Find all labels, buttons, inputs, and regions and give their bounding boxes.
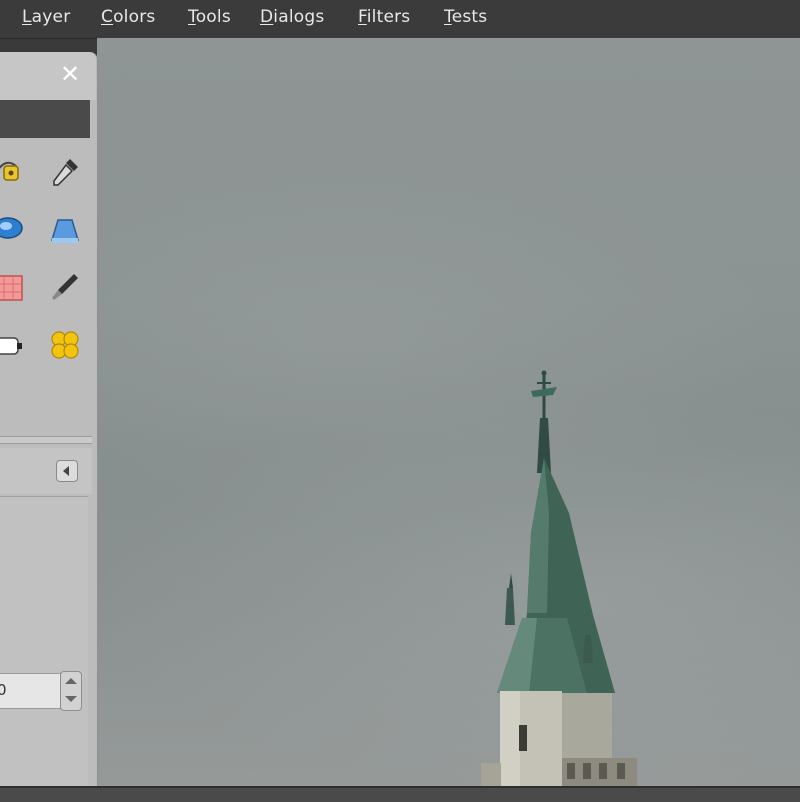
toolbox-panel: ✕ 0: [0, 52, 98, 787]
toolbox-title-strip: [0, 100, 90, 138]
panel-divider[interactable]: [0, 436, 92, 444]
bucket-fill-icon[interactable]: [48, 214, 82, 248]
scale-icon[interactable]: [0, 328, 24, 362]
church-spire-image: [481, 370, 637, 786]
perspective-clone-icon[interactable]: [0, 270, 24, 304]
menu-tools[interactable]: Tools: [188, 7, 231, 27]
dodge-burn-icon[interactable]: [48, 328, 82, 362]
size-spin-field[interactable]: 0: [0, 673, 61, 709]
color-picker-icon[interactable]: [48, 155, 82, 189]
spin-up-icon[interactable]: [65, 678, 77, 684]
fuzzy-select-icon[interactable]: [0, 152, 26, 186]
spin-stepper[interactable]: [60, 671, 82, 711]
collapse-left-icon[interactable]: [56, 460, 78, 482]
ink-icon[interactable]: [48, 270, 82, 304]
menu-layer[interactable]: Layer: [22, 7, 70, 27]
menu-tests[interactable]: Tests: [444, 7, 487, 27]
heal-icon[interactable]: [0, 210, 26, 244]
tool-options-header: [0, 448, 92, 494]
menu-bar: Layer Colors Tools Dialogs Filters Tests: [0, 0, 800, 39]
menu-filters[interactable]: Filters: [358, 7, 410, 27]
tool-options-body: [0, 496, 88, 787]
close-icon[interactable]: ✕: [58, 62, 82, 86]
image-canvas[interactable]: [97, 38, 800, 786]
menu-colors[interactable]: Colors: [101, 7, 155, 27]
menu-dialogs[interactable]: Dialogs: [260, 7, 324, 27]
spin-down-icon[interactable]: [65, 696, 77, 702]
